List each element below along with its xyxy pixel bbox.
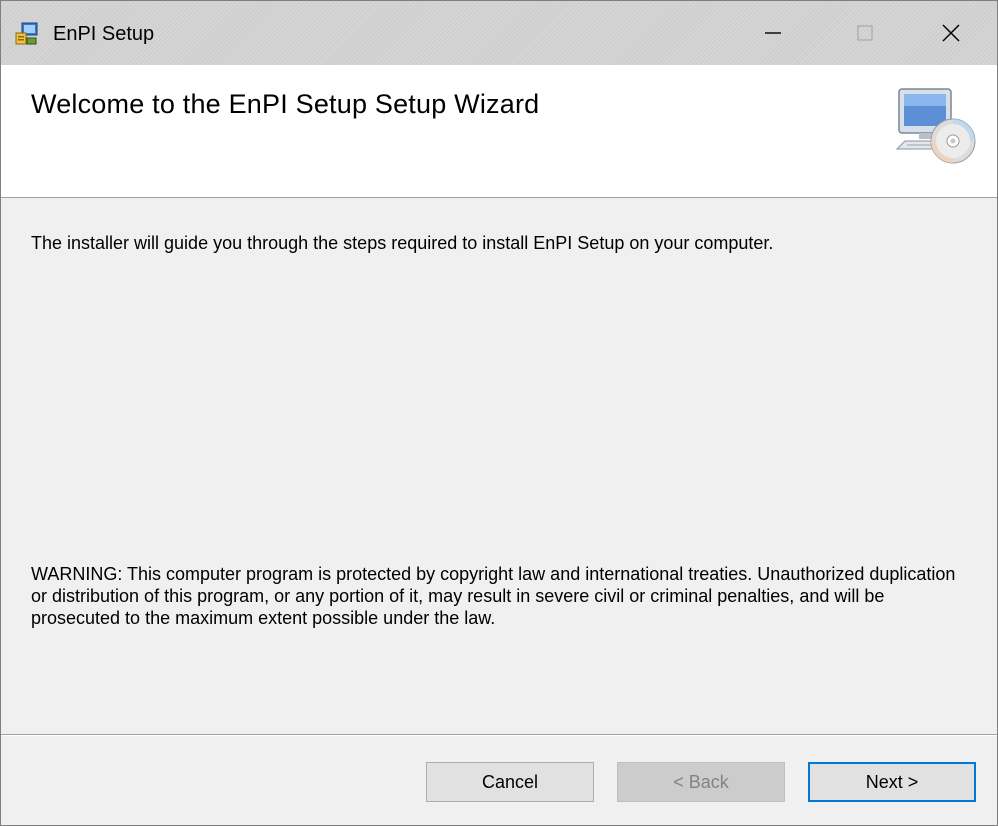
- cancel-button[interactable]: Cancel: [426, 762, 594, 802]
- installer-app-icon: [15, 22, 38, 45]
- next-button[interactable]: Next >: [808, 762, 976, 802]
- computer-cd-icon: [895, 88, 976, 164]
- wizard-header: Welcome to the EnPI Setup Setup Wizard: [1, 65, 997, 198]
- copyright-warning-text: WARNING: This computer program is protec…: [31, 564, 956, 628]
- maximize-icon: [857, 25, 873, 41]
- minimize-icon: [765, 32, 781, 34]
- back-button[interactable]: < Back: [617, 762, 785, 802]
- minimize-button[interactable]: [727, 1, 819, 65]
- close-icon: [942, 24, 960, 42]
- page-title: Welcome to the EnPI Setup Setup Wizard: [31, 89, 540, 119]
- setup-window: EnPI Setup Welcome to the EnPI Setup Set…: [0, 0, 998, 826]
- footer-divider: [1, 734, 997, 736]
- maximize-button[interactable]: [819, 1, 911, 65]
- window-title: EnPI Setup: [53, 23, 155, 45]
- close-button[interactable]: [905, 1, 997, 65]
- title-bar[interactable]: EnPI Setup: [1, 1, 997, 65]
- intro-text: The installer will guide you through the…: [31, 233, 774, 253]
